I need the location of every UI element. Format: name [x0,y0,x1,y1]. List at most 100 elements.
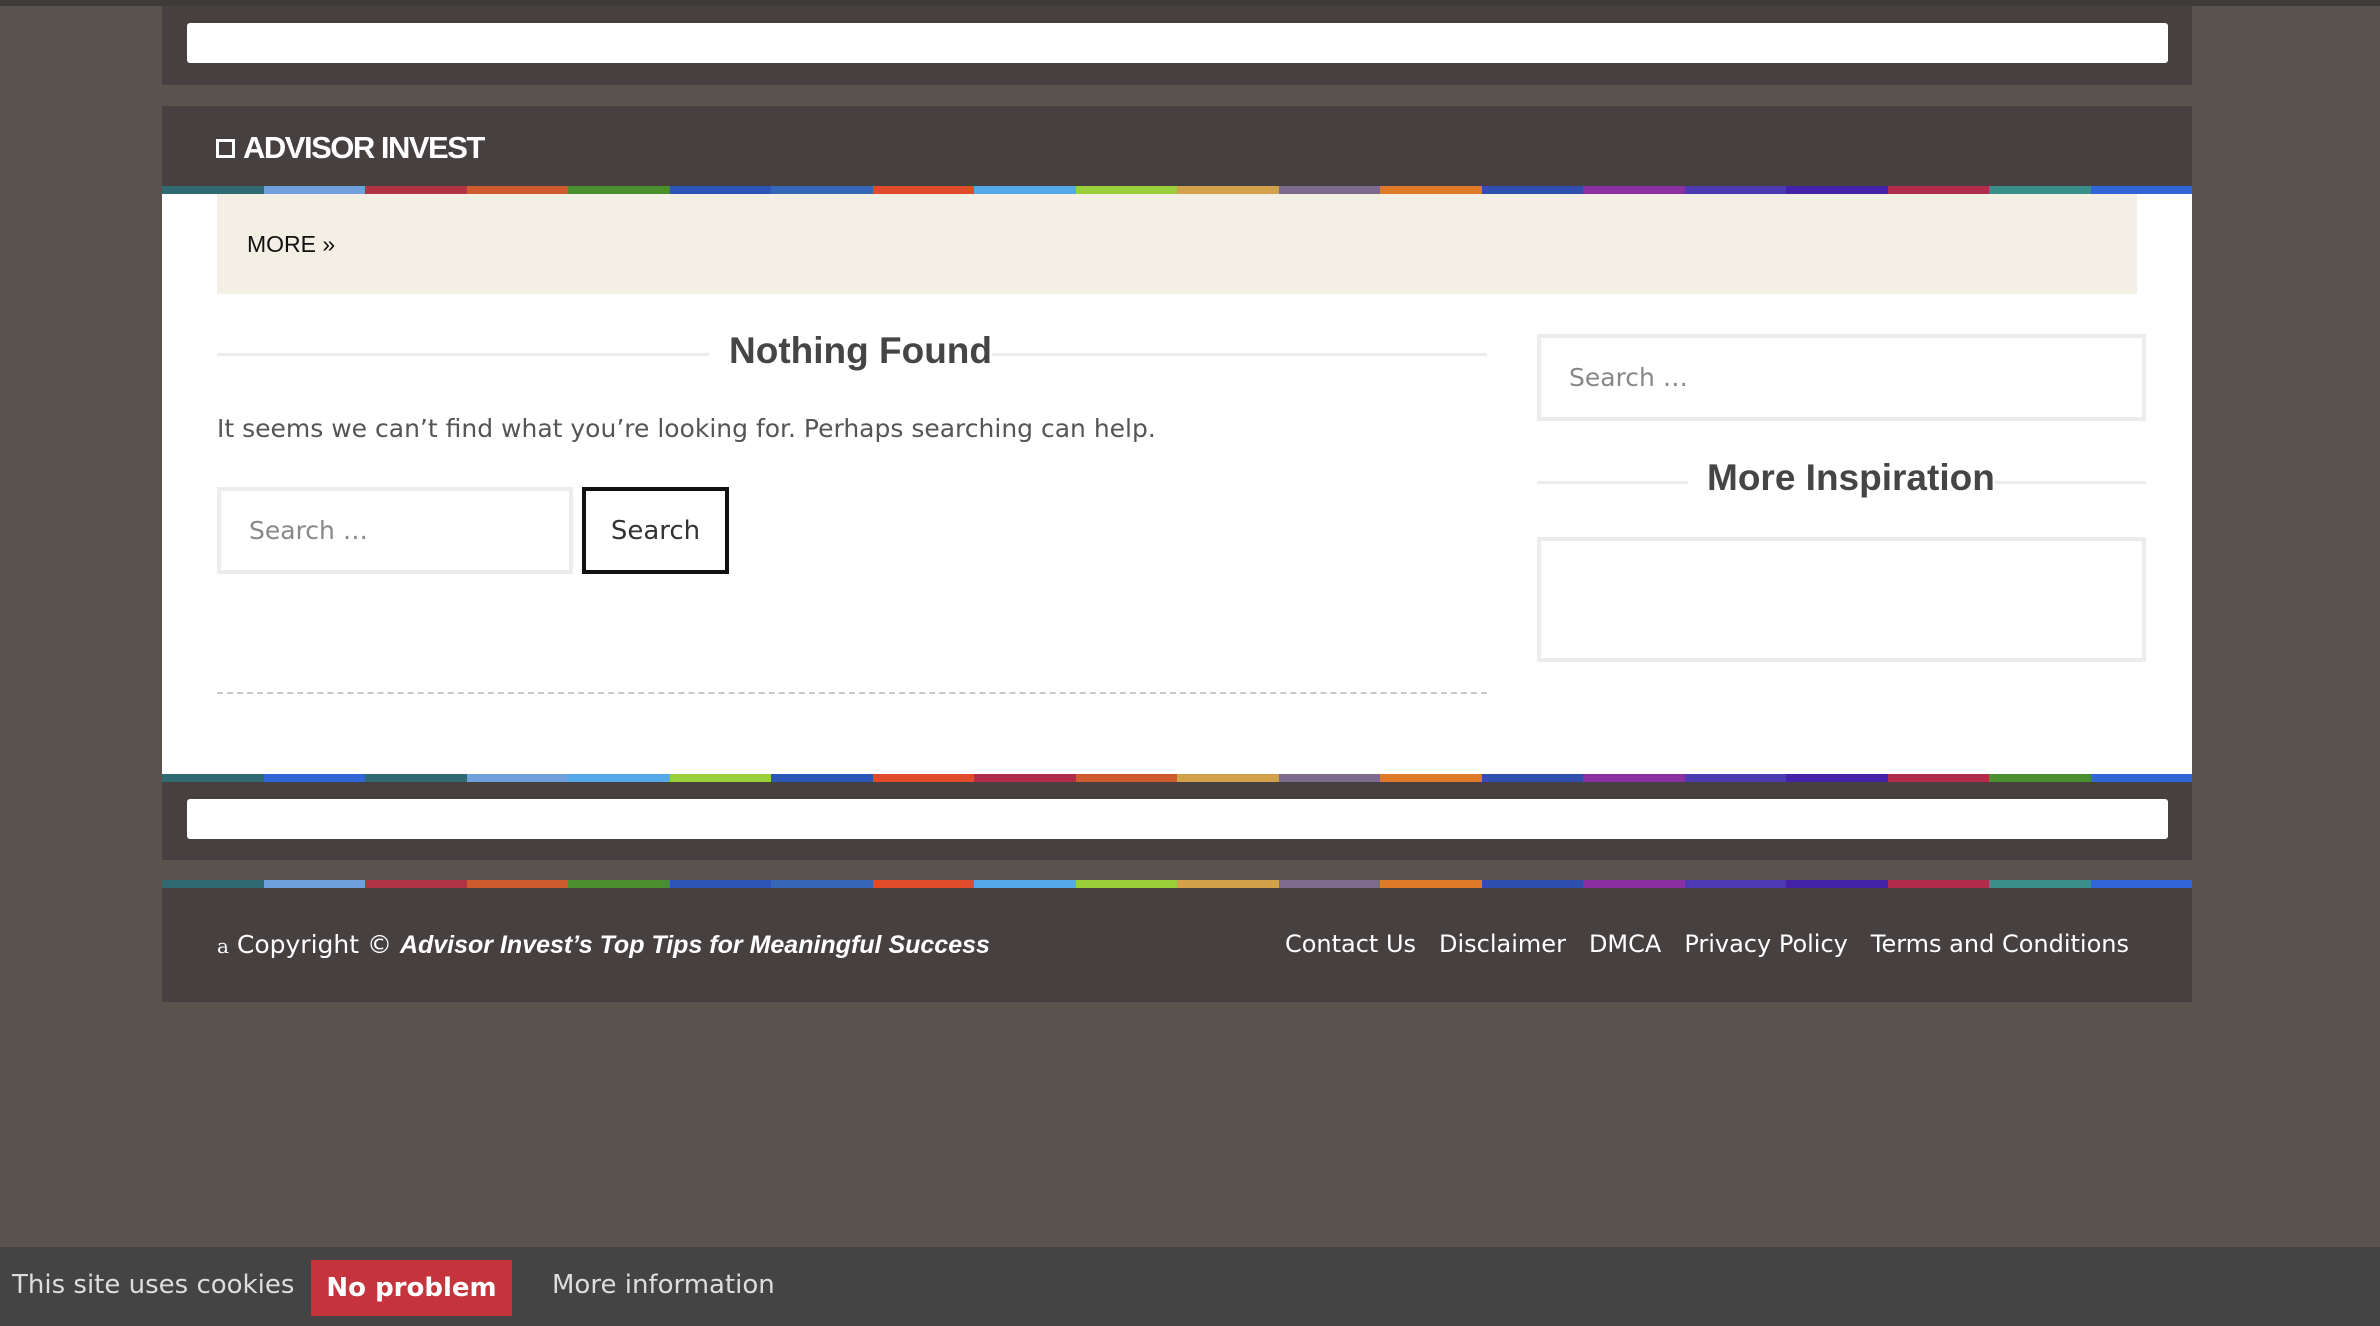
stripe-segment [568,880,670,888]
stripe-segment [1481,186,1583,194]
copyright-site-name: Advisor Invest’s Top Tips for Meaningful… [399,931,990,959]
stripe-segment [2090,774,2192,782]
stripe-segment [1786,880,1888,888]
stripe-segment [1380,774,1482,782]
cookie-banner: This site uses cookies No problem More i… [0,1247,2380,1326]
stripe-segment [162,186,264,194]
stripe-segment [1278,774,1380,782]
sidebar-search-input[interactable]: Search … [1537,334,2146,421]
stripe-segment [1786,186,1888,194]
title-rule-right [992,353,1487,356]
stripe-segment [263,880,365,888]
stripe-segment [1481,774,1583,782]
copyright-label: Copyright © [236,930,392,959]
stripe-segment [1380,880,1482,888]
stripe-segment [466,186,568,194]
stripe-segment [1684,774,1786,782]
stripe-segment [872,880,974,888]
stripe-segment [365,880,467,888]
cookie-more-info-link[interactable]: More information [552,1270,775,1300]
stripe-segment [872,774,974,782]
stripe-segment [771,880,873,888]
stripe-segment [1177,186,1279,194]
title-rule-left [217,353,709,356]
stripe-segment [1684,186,1786,194]
nav-bar: MORE » [217,194,2137,294]
footer-link-disclaimer[interactable]: Disclaimer [1439,930,1566,958]
stripe-segment [365,774,467,782]
bottom-widget-strip [187,799,2168,839]
cookie-message: This site uses cookies [12,1270,295,1300]
stripe-segment [365,186,467,194]
stripe-segment [1278,186,1380,194]
stripe-segment [872,186,974,194]
search-button[interactable]: Search [582,487,729,574]
stripe-segment [1684,880,1786,888]
stripe-segment [1583,186,1685,194]
stripe-segment [669,880,771,888]
site-logo-text: ADVISOR INVEST [243,130,485,165]
stripe-segment [771,774,873,782]
widget-rule-right [1995,481,2146,484]
site-footer: a Copyright © Advisor Invest’s Top Tips … [162,880,2192,1002]
stripe-segment [771,186,873,194]
stripe-segment [669,774,771,782]
content-color-stripe [162,774,2192,782]
sidebar-widget-box [1537,537,2146,662]
footer-color-stripe [162,880,2192,888]
footer-link-dmca[interactable]: DMCA [1589,930,1661,958]
stripe-segment [466,774,568,782]
footer-links: Contact Us Disclaimer DMCA Privacy Polic… [1285,930,2129,958]
stripe-segment [1887,186,1989,194]
stripe-segment [1786,774,1888,782]
stripe-segment [263,774,365,782]
stripe-segment [1380,186,1482,194]
stripe-segment [1887,774,1989,782]
stripe-segment [974,774,1076,782]
stripe-segment [1177,880,1279,888]
square-icon [216,138,235,158]
widget-rule-left [1537,481,1688,484]
stripe-segment [1989,880,2091,888]
stripe-segment [162,774,264,782]
stripe-segment [669,186,771,194]
footer-link-contact[interactable]: Contact Us [1285,930,1416,958]
page-title: Nothing Found [729,330,993,371]
stripe-segment [1075,880,1177,888]
sidebar-widget-title: More Inspiration [1707,457,1995,498]
top-widget-bar [162,6,2192,85]
stripe-segment [2090,880,2192,888]
copyright-text: a Copyright © Advisor Invest’s Top Tips … [217,930,990,960]
not-found-message: It seems we can’t find what you’re looki… [217,414,1156,443]
bottom-widget-bar [162,782,2192,860]
site-header: ADVISOR INVEST [162,106,2192,194]
stripe-segment [2090,186,2192,194]
cookie-accept-button[interactable]: No problem [311,1260,512,1316]
stripe-segment [1075,774,1177,782]
stripe-segment [1989,774,2091,782]
footer-link-terms[interactable]: Terms and Conditions [1871,930,2129,958]
stripe-segment [1075,186,1177,194]
copyright-prefix: a [217,934,229,958]
stripe-segment [974,880,1076,888]
stripe-segment [974,186,1076,194]
stripe-segment [568,186,670,194]
nav-more-link[interactable]: MORE » [247,231,335,258]
stripe-segment [1583,774,1685,782]
main-content: MORE » Nothing Found It seems we can’t f… [162,194,2192,782]
stripe-segment [1583,880,1685,888]
stripe-segment [162,880,264,888]
stripe-segment [1989,186,2091,194]
stripe-segment [466,880,568,888]
content-divider [217,692,1487,694]
stripe-segment [1481,880,1583,888]
stripe-segment [568,774,670,782]
stripe-segment [1278,880,1380,888]
top-widget-strip [187,23,2168,63]
stripe-segment [1887,880,1989,888]
header-color-stripe [162,186,2192,194]
stripe-segment [1177,774,1279,782]
search-input[interactable]: Search … [217,487,573,574]
site-logo[interactable]: ADVISOR INVEST [216,130,485,166]
footer-link-privacy[interactable]: Privacy Policy [1684,930,1848,958]
